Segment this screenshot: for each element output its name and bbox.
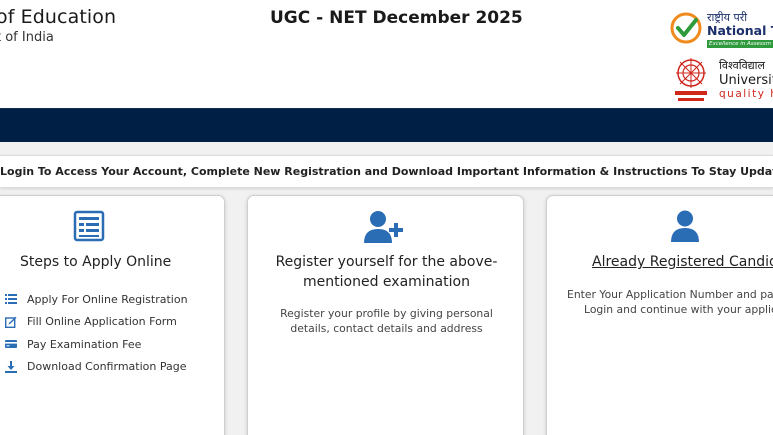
step-label: Pay Examination Fee [27,337,142,351]
ministry-name: of Education [0,6,117,28]
edit-icon [5,316,17,328]
register-title-line1: Register yourself for the above- [275,254,498,270]
step-apply-registration[interactable]: Apply For Online Registration [5,288,188,311]
notice-text: Login To Access Your Account, Complete N… [0,165,773,178]
ugc-emblem-icon [675,58,707,101]
step-label: Download Confirmation Page [27,360,187,374]
notice-bar: Login To Access Your Account, Complete N… [0,155,773,188]
step-pay-fee[interactable]: Pay Examination Fee [5,333,188,356]
step-download-confirmation[interactable]: Download Confirmation Page [5,356,188,379]
step-label: Apply For Online Registration [27,292,188,306]
register-desc-line1: Register your profile by giving personal [280,307,493,320]
steps-card: Steps to Apply Online Apply For Online R… [0,195,225,435]
login-desc-line2: Login and continue with your applicatio [584,303,773,316]
steps-card-title: Steps to Apply Online [20,254,172,270]
ministry-subtitle: t of India [0,30,54,45]
main-navbar [0,108,773,142]
spacer-strip [0,143,773,153]
login-card[interactable]: Already Registered Candidate Enter Your … [546,195,773,435]
nta-logo[interactable]: राष्ट्रीय परी National T Excellence in A… [670,10,773,52]
exam-title: UGC - NET December 2025 [270,8,523,28]
login-title-link[interactable]: Already Registered Candidate [592,254,773,270]
list-icon [5,294,17,305]
login-desc-line1: Enter Your Application Number and passw [567,288,773,301]
nta-english-name: National T [707,23,773,38]
site-header: of Education t of India UGC - NET Decemb… [0,0,773,108]
form-document-icon [73,210,105,242]
ugc-english-name: University [719,73,773,88]
steps-list: Apply For Online Registration Fill Onlin… [5,288,188,378]
credit-card-icon [5,340,17,349]
register-desc-line2: details, contact details and address [290,322,483,335]
user-icon [671,210,699,242]
step-label: Fill Online Application Form [27,315,177,329]
ugc-tagline: quality hig [719,88,773,100]
ugc-hindi-name: विश्वविद्याल [719,59,765,72]
add-user-icon [364,211,403,243]
ugc-logo[interactable]: विश्वविद्याल University quality hig [669,55,773,105]
register-title-line2: mentioned examination [303,274,470,290]
nta-checkmark-icon [670,12,702,44]
nta-tagline: Excellence in Assessm [707,40,773,48]
register-card[interactable]: Register yourself for the above- mention… [247,195,524,435]
download-icon [5,360,17,373]
step-fill-application[interactable]: Fill Online Application Form [5,311,188,334]
